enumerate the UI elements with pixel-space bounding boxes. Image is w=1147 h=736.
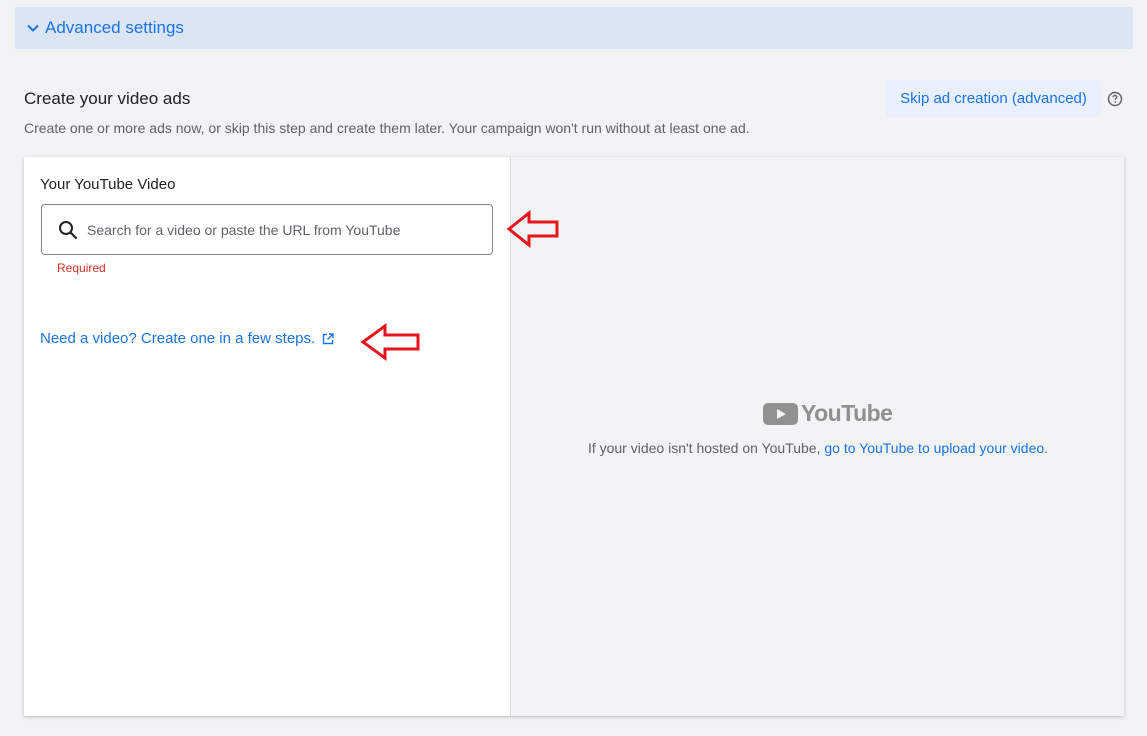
advanced-settings-label: Advanced settings [45,18,184,37]
required-error: Required [57,261,106,275]
advanced-settings-toggle[interactable]: Advanced settings [15,7,1133,49]
video-selection-pane: Your YouTube Video Required Need a video… [24,157,510,716]
upload-video-link[interactable]: go to YouTube to upload your video [824,440,1044,456]
youtube-preview-pane: YouTube If your video isn't hosted on Yo… [510,157,1124,716]
section-description: Create one or more ads now, or skip this… [24,120,750,136]
youtube-logo: YouTube [763,400,893,427]
create-video-link-label: Need a video? Create one in a few steps. [40,330,316,347]
video-ad-card: Your YouTube Video Required Need a video… [24,157,1124,716]
chevron-down-icon [24,19,42,37]
annotation-arrow [506,210,559,248]
search-icon [57,219,79,241]
skip-ad-creation-label: Skip ad creation (advanced) [900,90,1087,107]
youtube-upload-note: If your video isn't hosted on YouTube, g… [511,440,1125,456]
upload-note-prefix: If your video isn't hosted on YouTube, [587,440,825,456]
section-title: Create your video ads [24,89,191,108]
annotation-arrow [360,323,420,361]
video-search-input[interactable] [87,221,467,238]
open-in-new-icon [321,332,335,346]
create-video-link[interactable]: Need a video? Create one in a few steps. [40,330,335,347]
video-search-field[interactable] [41,204,493,255]
youtube-logo-text: YouTube [801,400,893,426]
help-icon[interactable] [1107,91,1123,107]
youtube-video-label: Your YouTube Video [40,176,176,193]
upload-note-suffix: . [1044,440,1049,456]
skip-ad-creation-button[interactable]: Skip ad creation (advanced) [886,80,1101,117]
youtube-play-icon [763,402,798,425]
